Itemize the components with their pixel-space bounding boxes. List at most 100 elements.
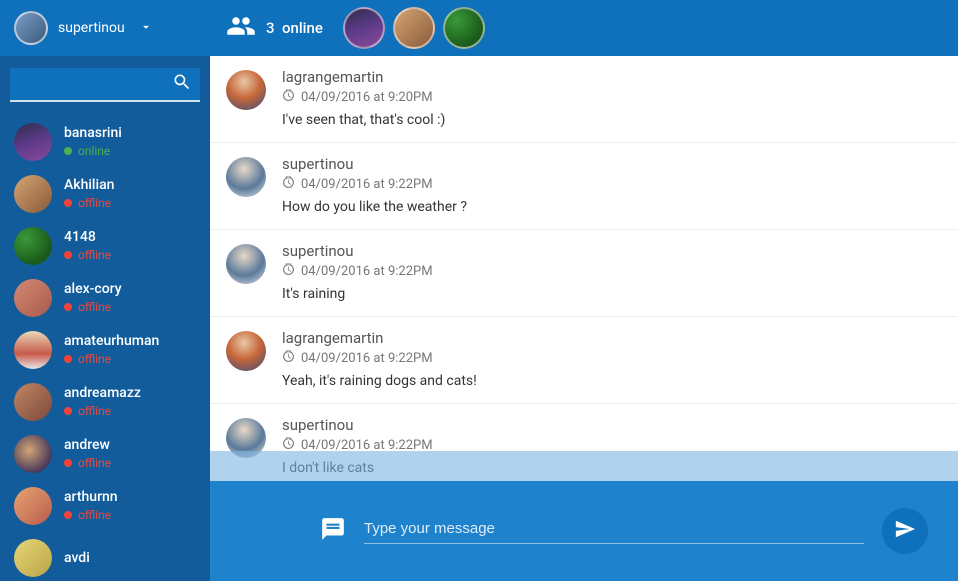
contact-avatar	[14, 331, 52, 369]
status-label: offline	[78, 456, 111, 470]
contact-status: offline	[64, 248, 111, 262]
timestamp-text: 04/09/2016 at 9:22PM	[301, 264, 433, 279]
contact-name: andrew	[64, 437, 111, 454]
contact-item[interactable]: amateurhuman offline	[10, 324, 204, 376]
contacts-list: banasrini online Akhilian offline 4148 offlin…	[0, 116, 210, 581]
contact-info: banasrini online	[64, 125, 122, 158]
contact-info: andrew offline	[64, 437, 111, 470]
presence-avatar[interactable]	[343, 7, 385, 49]
current-user-menu[interactable]: supertinou	[0, 0, 210, 56]
message-avatar	[226, 331, 266, 371]
message-body: lagrangemartin 04/09/2016 at 9:20PM I've s…	[282, 68, 942, 128]
main-panel: 3 online lagrangemartin 04/09/2016 at 9:2…	[210, 0, 958, 581]
contact-avatar	[14, 175, 52, 213]
current-user-name: supertinou	[58, 20, 125, 36]
timestamp-text: 04/09/2016 at 9:22PM	[301, 351, 433, 366]
message-text: It's raining	[282, 286, 942, 302]
status-label: offline	[78, 508, 111, 522]
message: supertinou04/09/2016 at 9:22PMHow do you…	[210, 143, 958, 230]
message-input[interactable]	[364, 520, 864, 537]
contact-avatar	[14, 279, 52, 317]
contact-status: offline	[64, 196, 114, 210]
status-dot-icon	[64, 147, 72, 155]
message: lagrangemartin 04/09/2016 at 9:22PM Yeah, …	[210, 317, 958, 404]
status-dot-icon	[64, 407, 72, 415]
contact-info: 4148 offline	[64, 229, 111, 262]
message-username: lagrangemartin	[282, 68, 942, 86]
contact-info: amateurhuman offline	[64, 333, 159, 366]
message-timestamp: 04/09/2016 at 9:22PM	[282, 263, 942, 280]
composer-area	[210, 451, 958, 581]
message-timestamp: 04/09/2016 at 9:20PM	[282, 89, 942, 106]
message-username: lagrangemartin	[282, 329, 942, 347]
contact-name: amateurhuman	[64, 333, 159, 350]
message-body: supertinou04/09/2016 at 9:22PMHow do you…	[282, 155, 942, 215]
send-icon	[894, 518, 916, 544]
status-dot-icon	[64, 511, 72, 519]
current-user-avatar	[14, 11, 48, 45]
search-wrap	[0, 56, 210, 116]
composer	[210, 481, 958, 581]
status-dot-icon	[64, 459, 72, 467]
message-text: I've seen that, that's cool :)	[282, 112, 942, 128]
clock-icon	[282, 263, 295, 280]
chevron-down-icon	[139, 19, 153, 38]
contact-status: online	[64, 144, 122, 158]
message-timestamp: 04/09/2016 at 9:22PM	[282, 350, 942, 367]
presence-label-text: online	[282, 19, 323, 37]
contact-status: offline	[64, 508, 118, 522]
message-timestamp: 04/09/2016 at 9:22PM	[282, 176, 942, 193]
status-dot-icon	[64, 303, 72, 311]
contact-status: offline	[64, 352, 159, 366]
presence-bar: 3 online	[210, 0, 958, 56]
online-count: 3	[266, 19, 275, 37]
composer-fade-strip	[210, 451, 958, 481]
contact-name: Akhilian	[64, 177, 114, 194]
chat-icon	[320, 516, 346, 546]
contact-item[interactable]: Akhilian offline	[10, 168, 204, 220]
contact-status: offline	[64, 404, 141, 418]
contact-name: 4148	[64, 229, 111, 246]
message-username: supertinou	[282, 416, 942, 434]
contact-avatar	[14, 487, 52, 525]
contact-item[interactable]: banasrini online	[10, 116, 204, 168]
contact-avatar	[14, 539, 52, 577]
send-button[interactable]	[882, 508, 928, 554]
status-label: offline	[78, 248, 111, 262]
presence-avatar[interactable]	[393, 7, 435, 49]
status-label: offline	[78, 300, 111, 314]
status-label: offline	[78, 196, 111, 210]
contact-item[interactable]: andreamazz offline	[10, 376, 204, 428]
message-text: Yeah, it's raining dogs and cats!	[282, 373, 942, 389]
contact-name: andreamazz	[64, 385, 141, 402]
contact-status: offline	[64, 456, 111, 470]
status-dot-icon	[64, 355, 72, 363]
search-box[interactable]	[10, 68, 200, 102]
contact-info: alex-coryoffline	[64, 281, 122, 314]
contact-name: banasrini	[64, 125, 122, 142]
presence-avatar[interactable]	[443, 7, 485, 49]
contact-item[interactable]: arthurnnoffline	[10, 480, 204, 532]
message-body: supertinou 04/09/2016 at 9:22PM It's raini…	[282, 242, 942, 302]
contact-item[interactable]: andrew offline	[10, 428, 204, 480]
search-input[interactable]	[10, 76, 231, 92]
message-username: supertinou	[282, 242, 942, 260]
contact-status: offline	[64, 300, 122, 314]
message: lagrangemartin 04/09/2016 at 9:20PM I've s…	[210, 56, 958, 143]
clock-icon	[282, 89, 295, 106]
clock-icon	[282, 350, 295, 367]
contact-info: avdi	[64, 550, 90, 567]
contact-item[interactable]: alex-coryoffline	[10, 272, 204, 324]
clock-icon	[282, 176, 295, 193]
contact-info: andreamazz offline	[64, 385, 141, 418]
contact-item[interactable]: avdi	[10, 532, 204, 581]
contact-name: avdi	[64, 550, 90, 567]
message-text: How do you like the weather ?	[282, 199, 942, 215]
timestamp-text: 04/09/2016 at 9:22PM	[301, 177, 433, 192]
compose-input-wrap[interactable]	[364, 518, 864, 544]
contact-info: Akhilian offline	[64, 177, 114, 210]
contact-avatar	[14, 227, 52, 265]
contact-item[interactable]: 4148 offline	[10, 220, 204, 272]
contact-info: arthurnnoffline	[64, 489, 118, 522]
presence-avatars	[343, 7, 485, 49]
